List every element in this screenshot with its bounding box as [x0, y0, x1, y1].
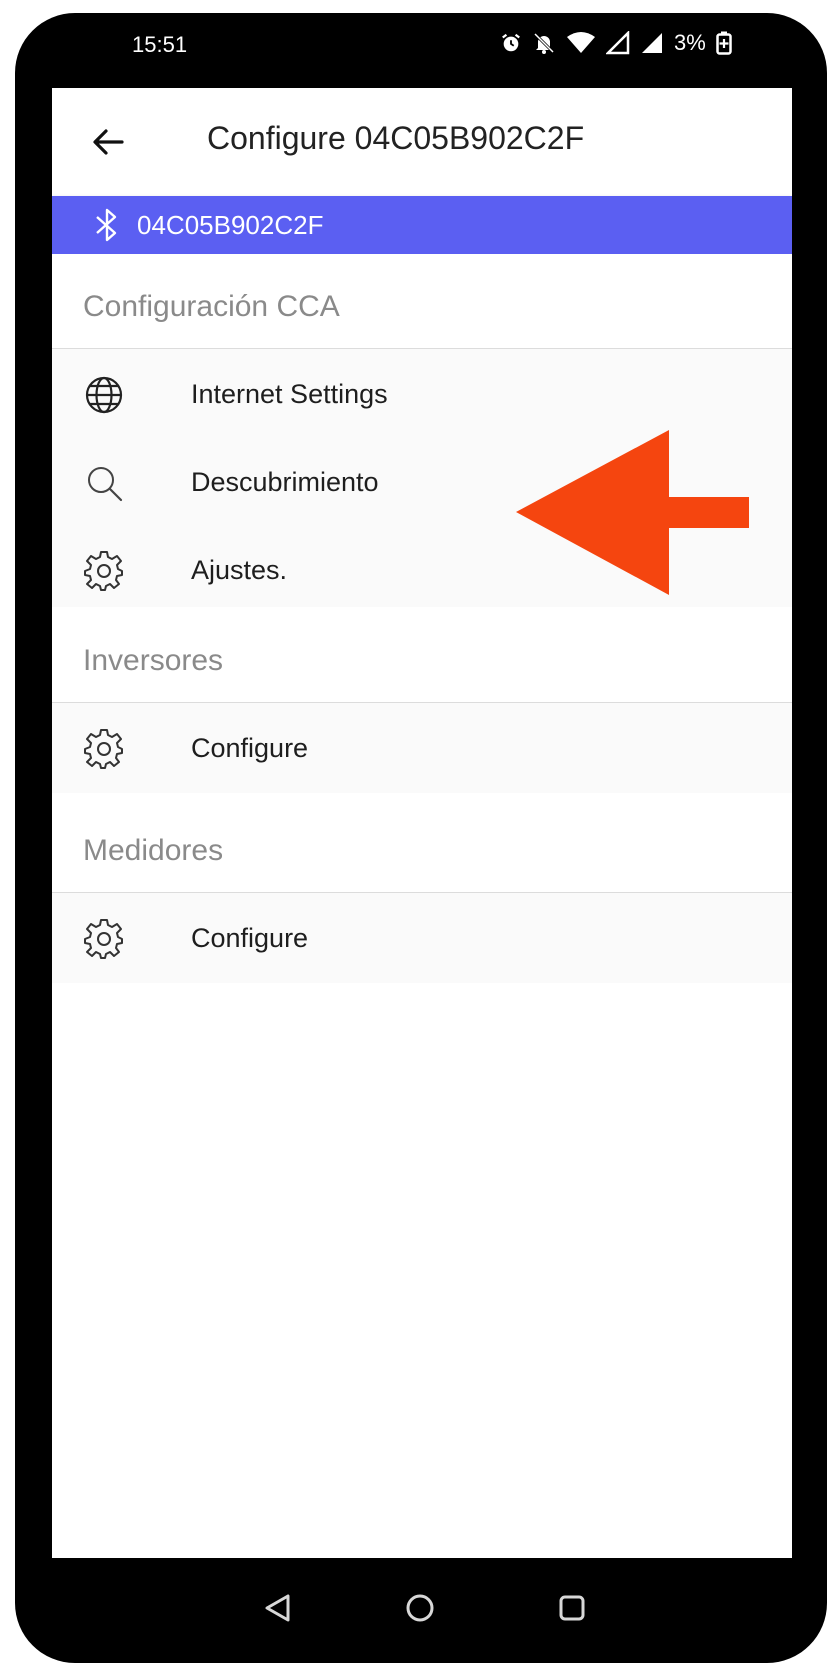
section-header-configuracion-cca: Configuración CCA	[83, 290, 340, 323]
back-triangle-icon[interactable]	[258, 1588, 298, 1628]
list-item-medidores-configure[interactable]: Configure	[52, 893, 792, 985]
globe-icon	[85, 376, 123, 414]
gear-icon	[84, 551, 123, 591]
gear-icon	[84, 729, 123, 769]
list-item-inversores-configure[interactable]: Configure	[52, 703, 792, 795]
app-screen: Configure 04C05B902C2F 04C05B902C2F Conf…	[52, 88, 792, 1558]
list-item-label: Internet Settings	[191, 379, 388, 409]
section-header-inversores: Inversores	[83, 644, 224, 677]
arrow-left-icon[interactable]	[88, 122, 128, 162]
search-icon	[88, 467, 123, 502]
app-bar: Configure 04C05B902C2F	[52, 88, 792, 196]
alarm-icon	[502, 33, 520, 52]
home-circle-icon[interactable]	[400, 1588, 440, 1628]
annotation-arrow-icon	[516, 430, 749, 595]
section-group-medidores: Configure	[52, 893, 792, 983]
status-time: 15:51	[132, 32, 188, 57]
notifications-off-icon	[533, 32, 555, 54]
list-item-label: Ajustes.	[191, 555, 288, 585]
signal-icon	[642, 33, 662, 53]
battery-charging-icon	[716, 31, 732, 55]
recents-square-icon[interactable]	[552, 1588, 592, 1628]
device-bar: 04C05B902C2F	[52, 196, 792, 254]
list-item-label: Configure	[191, 733, 309, 763]
section-header-medidores: Medidores	[83, 834, 224, 867]
wifi-icon	[567, 32, 595, 53]
list-item-label: Configure	[191, 923, 309, 953]
gear-icon	[84, 919, 123, 959]
battery-percentage: 3%	[674, 30, 706, 55]
status-icons: 3%	[500, 28, 732, 58]
system-nav-bar	[52, 1558, 792, 1663]
bluetooth-icon	[96, 208, 117, 242]
section-group-inversores: Configure	[52, 703, 792, 793]
signal-icon	[606, 31, 630, 55]
page-title: Configure 04C05B902C2F	[207, 120, 585, 156]
list-item-label: Descubrimiento	[191, 467, 379, 497]
device-id-label: 04C05B902C2F	[137, 210, 324, 240]
list-item-internet-settings[interactable]: Internet Settings	[52, 349, 792, 441]
